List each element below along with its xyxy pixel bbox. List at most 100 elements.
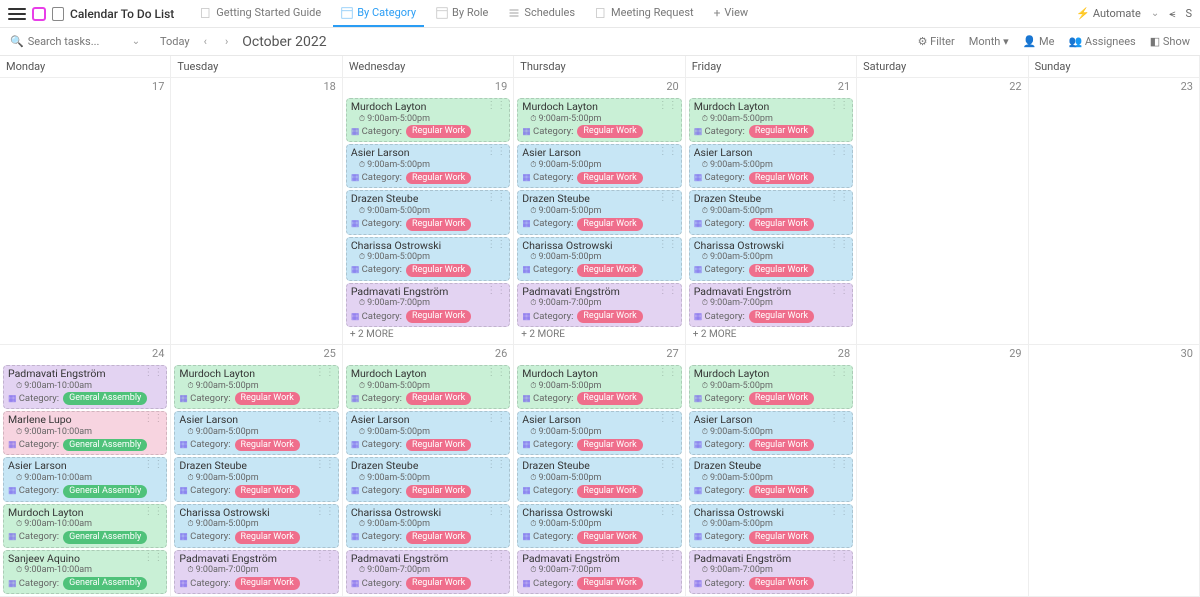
add-view-button[interactable]: +View [706,0,757,28]
drag-handle-icon[interactable]: ⋮⋮ [829,239,849,251]
filter-button[interactable]: ⚙ Filter [918,35,955,48]
calendar-cell[interactable]: 20Murdoch Layton9:00am-5:00pmCategory:Re… [514,78,685,345]
event-card[interactable]: Murdoch Layton9:00am-5:00pmCategory:Regu… [174,365,338,409]
tab-by-role[interactable]: By Role [428,0,496,27]
drag-handle-icon[interactable]: ⋮⋮ [829,367,849,379]
drag-handle-icon[interactable]: ⋮⋮ [486,285,506,297]
event-card[interactable]: Asier Larson9:00am-5:00pmCategory:Regula… [689,144,853,188]
drag-handle-icon[interactable]: ⋮⋮ [658,285,678,297]
calendar-cell[interactable]: 18 [171,78,342,345]
workspace-icon[interactable] [32,7,46,21]
drag-handle-icon[interactable]: ⋮⋮ [658,192,678,204]
drag-handle-icon[interactable]: ⋮⋮ [143,413,163,425]
drag-handle-icon[interactable]: ⋮⋮ [829,100,849,112]
event-card[interactable]: Charissa Ostrowski9:00am-5:00pmCategory:… [346,504,510,548]
drag-handle-icon[interactable]: ⋮⋮ [829,192,849,204]
event-card[interactable]: Padmavati Engström9:00am-7:00pmCategory:… [346,550,510,594]
drag-handle-icon[interactable]: ⋮⋮ [829,506,849,518]
drag-handle-icon[interactable]: ⋮⋮ [486,413,506,425]
drag-handle-icon[interactable]: ⋮⋮ [829,146,849,158]
event-card[interactable]: Drazen Steube9:00am-5:00pmCategory:Regul… [346,457,510,501]
show-button[interactable]: ◧ Show [1150,35,1190,48]
event-card[interactable]: Charissa Ostrowski9:00am-5:00pmCategory:… [517,237,681,281]
drag-handle-icon[interactable]: ⋮⋮ [143,459,163,471]
event-card[interactable]: Murdoch Layton9:00am-5:00pmCategory:Regu… [689,98,853,142]
calendar-cell[interactable]: 28Murdoch Layton9:00am-5:00pmCategory:Re… [686,345,857,597]
tab-meeting-request[interactable]: Meeting Request [587,0,702,27]
event-card[interactable]: Asier Larson9:00am-5:00pmCategory:Regula… [346,144,510,188]
more-events-link[interactable]: + 2 MORE [689,327,853,342]
drag-handle-icon[interactable]: ⋮⋮ [829,285,849,297]
event-card[interactable]: Drazen Steube9:00am-5:00pmCategory:Regul… [174,457,338,501]
drag-handle-icon[interactable]: ⋮⋮ [658,413,678,425]
drag-handle-icon[interactable]: ⋮⋮ [658,459,678,471]
event-card[interactable]: Padmavati Engström9:00am-10:00amCategory… [3,365,167,409]
event-card[interactable]: Drazen Steube9:00am-5:00pmCategory:Regul… [689,457,853,501]
drag-handle-icon[interactable]: ⋮⋮ [829,413,849,425]
drag-handle-icon[interactable]: ⋮⋮ [658,100,678,112]
event-card[interactable]: Asier Larson9:00am-5:00pmCategory:Regula… [517,411,681,455]
drag-handle-icon[interactable]: ⋮⋮ [486,367,506,379]
drag-handle-icon[interactable]: ⋮⋮ [486,192,506,204]
assignees-filter[interactable]: 👥 Assignees [1068,35,1135,48]
menu-icon[interactable] [8,8,26,20]
calendar-cell[interactable]: 30 [1029,345,1200,597]
event-card[interactable]: Padmavati Engström9:00am-7:00pmCategory:… [174,550,338,594]
event-card[interactable]: Asier Larson9:00am-10:00amCategory:Gener… [3,457,167,501]
calendar-cell[interactable]: 29 [857,345,1028,597]
event-card[interactable]: Padmavati Engström9:00am-7:00pmCategory:… [517,550,681,594]
event-card[interactable]: Charissa Ostrowski9:00am-5:00pmCategory:… [689,237,853,281]
today-button[interactable]: Today [160,35,190,48]
tab-getting-started[interactable]: Getting Started Guide [192,0,329,27]
event-card[interactable]: Sanjeev Aquino9:00am-10:00amCategory:Gen… [3,550,167,594]
event-card[interactable]: Padmavati Engström9:00am-7:00pmCategory:… [346,283,510,327]
drag-handle-icon[interactable]: ⋮⋮ [829,459,849,471]
event-card[interactable]: Charissa Ostrowski9:00am-5:00pmCategory:… [689,504,853,548]
calendar-cell[interactable]: 19Murdoch Layton9:00am-5:00pmCategory:Re… [343,78,514,345]
drag-handle-icon[interactable]: ⋮⋮ [143,552,163,564]
drag-handle-icon[interactable]: ⋮⋮ [315,413,335,425]
drag-handle-icon[interactable]: ⋮⋮ [315,367,335,379]
event-card[interactable]: Charissa Ostrowski9:00am-5:00pmCategory:… [517,504,681,548]
calendar-cell[interactable]: 17 [0,78,171,345]
event-card[interactable]: Charissa Ostrowski9:00am-5:00pmCategory:… [346,237,510,281]
drag-handle-icon[interactable]: ⋮⋮ [143,506,163,518]
calendar-cell[interactable]: 24Padmavati Engström9:00am-10:00amCatego… [0,345,171,597]
event-card[interactable]: Asier Larson9:00am-5:00pmCategory:Regula… [346,411,510,455]
calendar-cell[interactable]: 22 [857,78,1028,345]
event-card[interactable]: Asier Larson9:00am-5:00pmCategory:Regula… [174,411,338,455]
event-card[interactable]: Drazen Steube9:00am-5:00pmCategory:Regul… [517,190,681,234]
drag-handle-icon[interactable]: ⋮⋮ [486,100,506,112]
event-card[interactable]: Charissa Ostrowski9:00am-5:00pmCategory:… [174,504,338,548]
drag-handle-icon[interactable]: ⋮⋮ [486,552,506,564]
event-card[interactable]: Murdoch Layton9:00am-10:00amCategory:Gen… [3,504,167,548]
drag-handle-icon[interactable]: ⋮⋮ [658,239,678,251]
event-card[interactable]: Asier Larson9:00am-5:00pmCategory:Regula… [689,411,853,455]
share-icon[interactable]: ⪪ [1169,7,1175,21]
event-card[interactable]: Asier Larson9:00am-5:00pmCategory:Regula… [517,144,681,188]
drag-handle-icon[interactable]: ⋮⋮ [658,146,678,158]
prev-month-icon[interactable]: ‹ [200,35,211,48]
next-month-icon[interactable]: › [221,35,232,48]
drag-handle-icon[interactable]: ⋮⋮ [486,506,506,518]
tab-schedules[interactable]: Schedules [500,0,583,27]
me-filter[interactable]: 👤 Me [1023,35,1055,48]
calendar-cell[interactable]: 25Murdoch Layton9:00am-5:00pmCategory:Re… [171,345,342,597]
drag-handle-icon[interactable]: ⋮⋮ [315,552,335,564]
calendar-cell[interactable]: 26Murdoch Layton9:00am-5:00pmCategory:Re… [343,345,514,597]
automate-chevron-icon[interactable]: ⌄ [1151,8,1159,19]
drag-handle-icon[interactable]: ⋮⋮ [658,367,678,379]
event-card[interactable]: Drazen Steube9:00am-5:00pmCategory:Regul… [346,190,510,234]
drag-handle-icon[interactable]: ⋮⋮ [143,367,163,379]
more-events-link[interactable]: + 2 MORE [346,327,510,342]
event-card[interactable]: Murdoch Layton9:00am-5:00pmCategory:Regu… [517,365,681,409]
drag-handle-icon[interactable]: ⋮⋮ [486,146,506,158]
drag-handle-icon[interactable]: ⋮⋮ [829,552,849,564]
search-box[interactable]: 🔍 ⌄ [10,35,150,48]
event-card[interactable]: Padmavati Engström9:00am-7:00pmCategory:… [689,550,853,594]
drag-handle-icon[interactable]: ⋮⋮ [486,239,506,251]
search-input[interactable] [28,35,128,48]
event-card[interactable]: Murdoch Layton9:00am-5:00pmCategory:Regu… [517,98,681,142]
drag-handle-icon[interactable]: ⋮⋮ [658,552,678,564]
event-card[interactable]: Padmavati Engström9:00am-7:00pmCategory:… [689,283,853,327]
